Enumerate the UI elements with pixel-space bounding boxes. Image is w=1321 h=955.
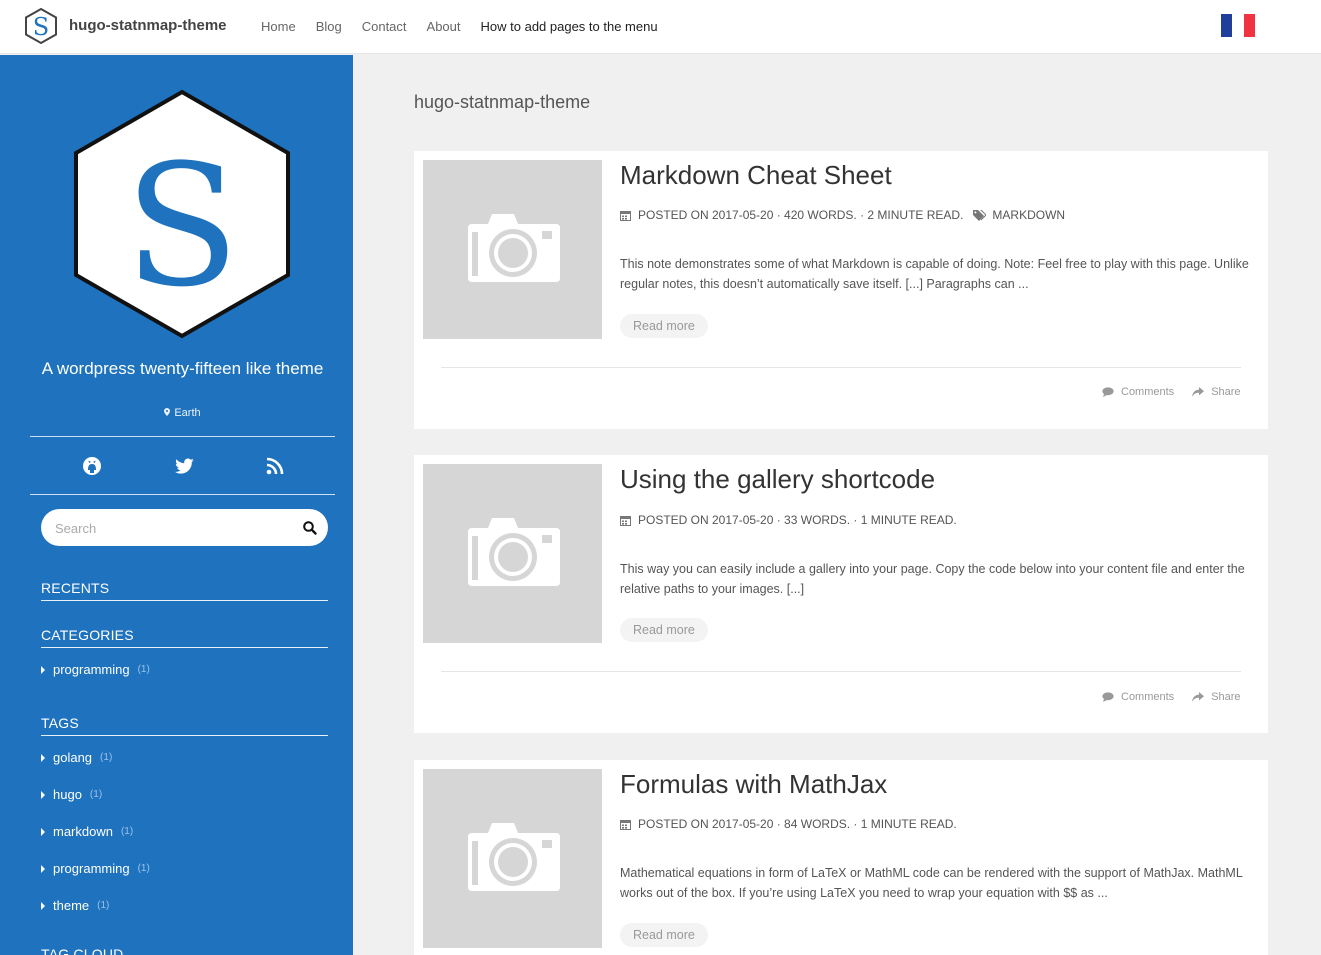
categories-title: CATEGORIES [41, 627, 328, 648]
nav-about[interactable]: About [427, 19, 461, 34]
tag-item-programming[interactable]: programming (1) [41, 861, 150, 898]
tag-label[interactable]: markdown [53, 824, 113, 839]
tag-item-theme[interactable]: theme (1) [41, 898, 150, 935]
french-flag-icon[interactable] [1221, 14, 1255, 37]
camera-icon [468, 518, 560, 586]
post-divider [441, 671, 1241, 672]
twitter-icon[interactable] [174, 455, 196, 477]
site-tagline: A wordpress twenty-fifteen like theme [41, 359, 324, 378]
category-count: (1) [137, 664, 150, 675]
comments-link[interactable]: Comments [1121, 386, 1174, 398]
tag-count: (1) [120, 826, 134, 837]
post-title[interactable]: Using the gallery shortcode [620, 464, 935, 495]
rss-icon[interactable] [264, 455, 286, 477]
caret-right-icon [41, 865, 45, 873]
camera-icon [468, 823, 560, 891]
post-footer: Comments Share [1102, 386, 1241, 398]
post-meta: POSTED ON 2017-05-20 · 84 WORDS. · 1 MIN… [620, 817, 957, 831]
calendar-icon [620, 515, 631, 526]
category-label[interactable]: programming [53, 662, 130, 677]
post-meta: POSTED ON 2017-05-20 · 420 WORDS. · 2 MI… [620, 208, 1065, 222]
tag-label[interactable]: golang [53, 750, 92, 765]
tags-icon [973, 209, 987, 221]
post-divider [441, 367, 1241, 368]
category-item-programming[interactable]: programming (1) [41, 662, 150, 699]
caret-right-icon [41, 902, 45, 910]
tag-count: (1) [89, 789, 103, 800]
nav-how-to-add-pages[interactable]: How to add pages to the menu [481, 19, 658, 34]
search-input[interactable] [55, 518, 285, 538]
sidebar: S A wordpress twenty-fifteen like theme … [0, 55, 353, 955]
caret-right-icon [41, 754, 45, 762]
tag-label[interactable]: hugo [53, 787, 82, 802]
nav-blog[interactable]: Blog [316, 19, 342, 34]
tag-cloud-title: TAG CLOUD [41, 946, 328, 955]
location-label: Earth [174, 407, 201, 419]
post-card: Formulas with MathJax POSTED ON 2017-05-… [414, 760, 1268, 955]
tag-count: (1) [100, 752, 113, 763]
recents-title: RECENTS [41, 580, 328, 601]
share-link[interactable]: Share [1211, 386, 1240, 398]
camera-icon [468, 214, 560, 282]
site-logo-icon[interactable]: S [24, 8, 58, 44]
post-summary: This way you can easily include a galler… [620, 562, 1245, 596]
map-marker-icon [164, 408, 171, 416]
post-card: Markdown Cheat Sheet POSTED ON 2017-05-2… [414, 151, 1268, 429]
read-more-button[interactable]: Read more [620, 923, 708, 947]
post-card: Using the gallery shortcode POSTED ON 20… [414, 455, 1268, 733]
sidebar-logo-icon[interactable]: S [73, 89, 291, 339]
caret-right-icon [41, 791, 45, 799]
main-nav: Home Blog Contact About How to add pages… [261, 19, 678, 34]
location: Earth [0, 407, 353, 419]
post-thumbnail[interactable] [423, 769, 602, 948]
tag-label[interactable]: programming [53, 861, 130, 876]
post-summary: Mathematical equations in form of LaTeX … [620, 866, 1243, 900]
site-title[interactable]: hugo-statnmap-theme [69, 17, 227, 34]
post-meta-text: POSTED ON 2017-05-20 · 84 WORDS. · 1 MIN… [638, 817, 957, 831]
post-title[interactable]: Formulas with MathJax [620, 769, 887, 800]
read-more-button[interactable]: Read more [620, 618, 708, 642]
search-form [41, 509, 328, 546]
sidebar-divider [30, 494, 335, 495]
tag-item-golang[interactable]: golang (1) [41, 750, 150, 787]
share-link[interactable]: Share [1211, 691, 1240, 703]
categories-list: programming (1) [41, 662, 150, 699]
nav-contact[interactable]: Contact [362, 19, 407, 34]
calendar-icon [620, 210, 631, 221]
post-thumbnail[interactable] [423, 464, 602, 643]
tags-title: TAGS [41, 715, 328, 736]
svg-text:S: S [33, 13, 49, 41]
post-meta: POSTED ON 2017-05-20 · 33 WORDS. · 1 MIN… [620, 513, 957, 527]
read-more-button[interactable]: Read more [620, 314, 708, 338]
top-navbar: S hugo-statnmap-theme Home Blog Contact … [0, 0, 1321, 54]
tag-count: (1) [137, 863, 150, 874]
tag-count: (1) [97, 900, 110, 911]
comments-icon [1102, 387, 1114, 397]
post-footer: Comments Share [1102, 691, 1241, 703]
caret-right-icon [41, 828, 45, 836]
post-thumbnail[interactable] [423, 160, 602, 339]
search-icon[interactable] [302, 520, 318, 536]
tag-item-hugo[interactable]: hugo (1) [41, 787, 150, 824]
share-icon [1192, 692, 1205, 702]
post-meta-text: POSTED ON 2017-05-20 · 420 WORDS. · 2 MI… [638, 208, 964, 222]
share-icon [1192, 387, 1205, 397]
post-title[interactable]: Markdown Cheat Sheet [620, 160, 892, 191]
tags-list: golang (1) hugo (1) markdown (1) programmin… [41, 750, 150, 935]
nav-home[interactable]: Home [261, 19, 296, 34]
post-summary: This note demonstrates some of what Mark… [620, 257, 1249, 291]
caret-right-icon [41, 666, 45, 674]
github-icon[interactable] [81, 455, 103, 477]
logo-letter: S [124, 128, 239, 324]
post-tag-link[interactable]: MARKDOWN [992, 208, 1065, 222]
tag-item-markdown[interactable]: markdown (1) [41, 824, 150, 861]
tag-label[interactable]: theme [53, 898, 89, 913]
sidebar-divider [30, 436, 335, 437]
calendar-icon [620, 819, 631, 830]
comments-icon [1102, 692, 1114, 702]
post-meta-text: POSTED ON 2017-05-20 · 33 WORDS. · 1 MIN… [638, 513, 957, 527]
comments-link[interactable]: Comments [1121, 691, 1174, 703]
page-heading: hugo-statnmap-theme [414, 92, 591, 112]
